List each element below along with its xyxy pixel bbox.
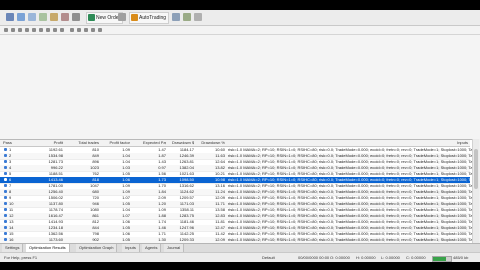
line-chart-icon[interactable] <box>194 13 202 21</box>
header-pass[interactable]: Pass <box>3 140 21 146</box>
pass-icon <box>4 172 7 175</box>
crosshair-icon[interactable] <box>11 28 15 32</box>
candlestick-icon[interactable] <box>183 13 191 21</box>
profiles-icon[interactable] <box>17 13 25 21</box>
workspace-area <box>0 35 480 139</box>
pass-icon <box>4 184 7 187</box>
terminal-icon[interactable] <box>61 13 69 21</box>
header-profit[interactable]: Profit <box>40 140 63 146</box>
table-header: Pass Profit Total trades Profit factor E… <box>0 140 470 147</box>
app-window: New Order AutoTrading Pass Profit Total … <box>0 0 480 270</box>
header-inputs[interactable]: Inputs <box>228 140 468 146</box>
header-drawdown-money[interactable]: Drawdown $ <box>172 140 194 146</box>
header-expected-payoff[interactable]: Expected Payoff <box>143 140 166 146</box>
cursor-icon[interactable] <box>4 28 8 32</box>
new-order-label: New Order <box>96 15 121 21</box>
pass-icon <box>4 160 7 163</box>
pass-icon <box>4 232 7 235</box>
pass-icon <box>4 226 7 229</box>
header-total-trades[interactable]: Total trades <box>72 140 99 146</box>
header-profit-factor[interactable]: Profit factor <box>108 140 130 146</box>
pass-icon <box>4 208 7 211</box>
tab-optimization-results[interactable]: Optimization Results <box>26 244 70 252</box>
fibonacci-icon[interactable] <box>46 28 50 32</box>
market-watch-icon[interactable] <box>28 13 36 21</box>
metaeditor-icon[interactable] <box>118 13 126 21</box>
tester-icon[interactable] <box>72 13 80 21</box>
new-order-icon <box>88 14 95 21</box>
tab-inputs[interactable]: Inputs <box>122 244 140 252</box>
pass-icon <box>4 214 7 217</box>
navigator-icon[interactable] <box>50 13 58 21</box>
secondary-toolbar <box>0 26 480 35</box>
pass-icon <box>4 220 7 223</box>
bar-chart-icon[interactable] <box>172 13 180 21</box>
channel-icon[interactable] <box>39 28 43 32</box>
pass-icon <box>4 190 7 193</box>
period-m1-icon[interactable] <box>70 28 74 32</box>
new-chart-icon[interactable] <box>6 13 14 21</box>
main-toolbar: New Order AutoTrading <box>0 10 480 26</box>
letterbox-bottom <box>0 262 480 270</box>
arrow-icon[interactable] <box>60 28 64 32</box>
autotrading-button[interactable]: AutoTrading <box>129 12 170 24</box>
tab-agents[interactable]: Agents <box>142 244 162 252</box>
tab-optimization-graph[interactable]: Optimization Graph <box>76 244 118 252</box>
optimization-results-table: Pass Profit Total trades Profit factor E… <box>0 139 478 244</box>
tab-journal[interactable]: Journal <box>164 244 185 252</box>
pass-icon <box>4 196 7 199</box>
period-m15-icon[interactable] <box>84 28 88 32</box>
vertical-scrollbar[interactable] <box>472 139 479 243</box>
pass-icon <box>4 202 7 205</box>
period-d1-icon[interactable] <box>98 28 102 32</box>
header-drawdown-percent[interactable]: Drawdown % <box>200 140 225 146</box>
period-h1-icon[interactable] <box>91 28 95 32</box>
pass-icon <box>4 148 7 151</box>
autotrading-icon <box>131 14 138 21</box>
data-window-icon[interactable] <box>39 13 47 21</box>
vertical-line-icon[interactable] <box>18 28 22 32</box>
connection-bar-fill <box>433 257 446 261</box>
trendline-icon[interactable] <box>32 28 36 32</box>
tab-settings[interactable]: Settings <box>2 244 24 252</box>
letterbox-top <box>0 0 480 10</box>
pass-icon <box>4 154 7 157</box>
autotrading-label: AutoTrading <box>139 15 167 21</box>
scrollbar-thumb[interactable] <box>474 149 478 189</box>
horizontal-line-icon[interactable] <box>25 28 29 32</box>
pass-icon <box>4 178 7 181</box>
period-m5-icon[interactable] <box>77 28 81 32</box>
pass-icon <box>4 238 7 241</box>
pass-icon <box>4 166 7 169</box>
text-icon[interactable] <box>53 28 57 32</box>
